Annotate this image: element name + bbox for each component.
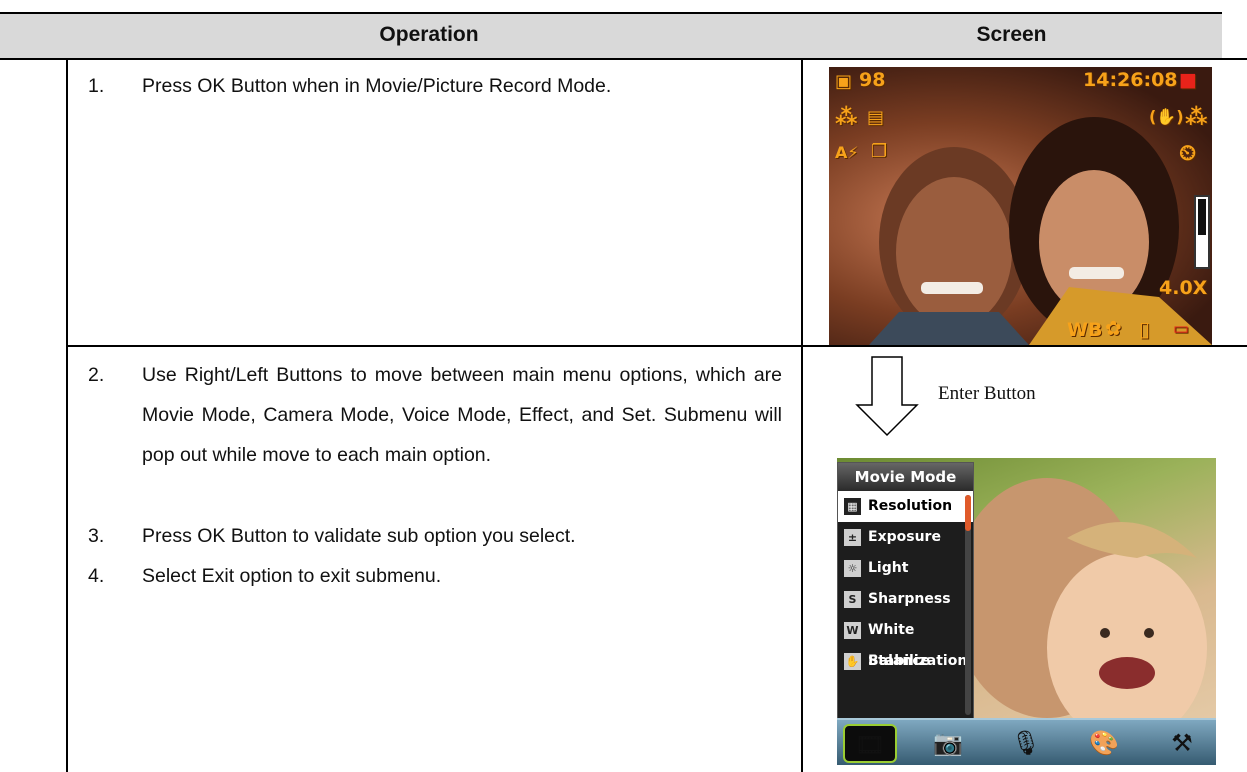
enter-button-label: Enter Button (938, 383, 1036, 404)
step-number: 2. (88, 364, 105, 386)
stabilizer-icon: (✋) (1149, 107, 1184, 126)
step-4: 4. Select Exit option to exit submenu. (88, 556, 788, 596)
sharpness-icon: S (844, 591, 861, 608)
submenu-item[interactable]: ± Exposure (838, 522, 973, 553)
down-arrow-icon (855, 356, 919, 437)
burst-icon: ❐ (871, 141, 888, 162)
shots-remaining: 98 (859, 69, 886, 91)
night-stars-icon: ⁂ (1185, 105, 1208, 130)
table-row-divider (66, 345, 1247, 347)
operation-column-header: Operation (379, 23, 479, 46)
zoom-bar-level (1198, 199, 1206, 235)
zoom-bar (1194, 195, 1210, 269)
step-text: Select Exit option to exit submenu. (142, 565, 442, 587)
voice-mode-icon[interactable]: 🎙 (999, 724, 1053, 763)
step-3: 3. Press OK Button to validate sub optio… (88, 516, 788, 556)
screen-column-header: Screen (976, 23, 1047, 46)
exposure-icon: ± (844, 529, 861, 546)
step-number: 3. (88, 525, 105, 547)
step-text: Use Right/Left Buttons to move between m… (142, 364, 782, 466)
menu-screenshot: Movie Mode ▦ Resolution ± Exposure ☼ Light S Sh… (837, 458, 1216, 765)
submenu-item-label: Light (868, 560, 909, 576)
submenu-item-label: Resolution (868, 498, 953, 514)
record-mode-screenshot: ▣ 98 14:26:08 ■ ⁂ ▤ (✋) ⁂ A⚡ ❐ ⏲ 4.0X WB… (829, 67, 1212, 345)
submenu-item-label: Stabilization (868, 653, 968, 669)
submenu-item-label: Sharpness (868, 591, 951, 607)
submenu-item[interactable]: ▦ Resolution (838, 491, 973, 522)
movie-mode-icon[interactable]: 🎞 (843, 724, 897, 763)
auto-flash-icon: A⚡ (835, 143, 859, 162)
record-mode-icon: ■ (1179, 69, 1197, 91)
macro-flower-icon: ✿ (1105, 316, 1122, 340)
submenu-list: ▦ Resolution ± Exposure ☼ Light S Sharpness W Whi… (838, 491, 973, 677)
self-timer-icon: ⏲ (1179, 141, 1197, 166)
submenu-item[interactable]: W White Balance (838, 615, 973, 669)
camera-icon: ▣ (835, 71, 853, 92)
table-left-border (66, 60, 68, 772)
step-1: 1. Press OK Button when in Movie/Picture… (88, 66, 788, 106)
submenu-item-label: Exposure (868, 529, 941, 545)
white-balance-label: WB (1067, 319, 1103, 341)
submenu-item[interactable]: ☼ Light (838, 553, 973, 584)
light-icon: ☼ (844, 560, 861, 577)
step-text: Press OK Button when in Movie/Picture Re… (142, 75, 612, 97)
submenu-item[interactable]: S Sharpness (838, 584, 973, 615)
step-number: 4. (88, 565, 105, 587)
battery-icon: ▭ (1173, 319, 1190, 339)
stabilization-icon: ✋ (844, 653, 861, 670)
header-rule (0, 58, 1247, 60)
memory-card-icon: ▯ (1139, 317, 1151, 341)
submenu-title: Movie Mode (838, 463, 973, 491)
submenu-panel: Movie Mode ▦ Resolution ± Exposure ☼ Light S Sh… (837, 462, 974, 721)
step-number: 1. (88, 75, 105, 97)
resolution-icon: ▦ (844, 498, 861, 515)
set-icon[interactable]: ⚒ (1155, 724, 1209, 763)
submenu-item[interactable]: ✋ Stabilization (838, 646, 973, 677)
step-2: 2. Use Right/Left Buttons to move betwee… (88, 355, 788, 515)
effect-icon[interactable]: 🎨 (1077, 724, 1131, 763)
submenu-scroll-thumb[interactable] (965, 495, 971, 531)
step-text: Press OK Button to validate sub option y… (142, 525, 576, 547)
main-menu-bar: 🎞 📷 🎙 🎨 ⚒ (837, 718, 1216, 765)
timestamp: 14:26:08 (1083, 69, 1178, 91)
table-column-divider (801, 60, 803, 772)
white-balance-icon: W (844, 622, 861, 639)
zoom-level: 4.0X (1159, 277, 1208, 299)
portrait-icon: ▤ (867, 107, 885, 128)
submenu-scrollbar[interactable] (965, 495, 971, 715)
camera-mode-icon[interactable]: 📷 (921, 724, 975, 763)
scene-stars-icon: ⁂ (835, 105, 858, 130)
